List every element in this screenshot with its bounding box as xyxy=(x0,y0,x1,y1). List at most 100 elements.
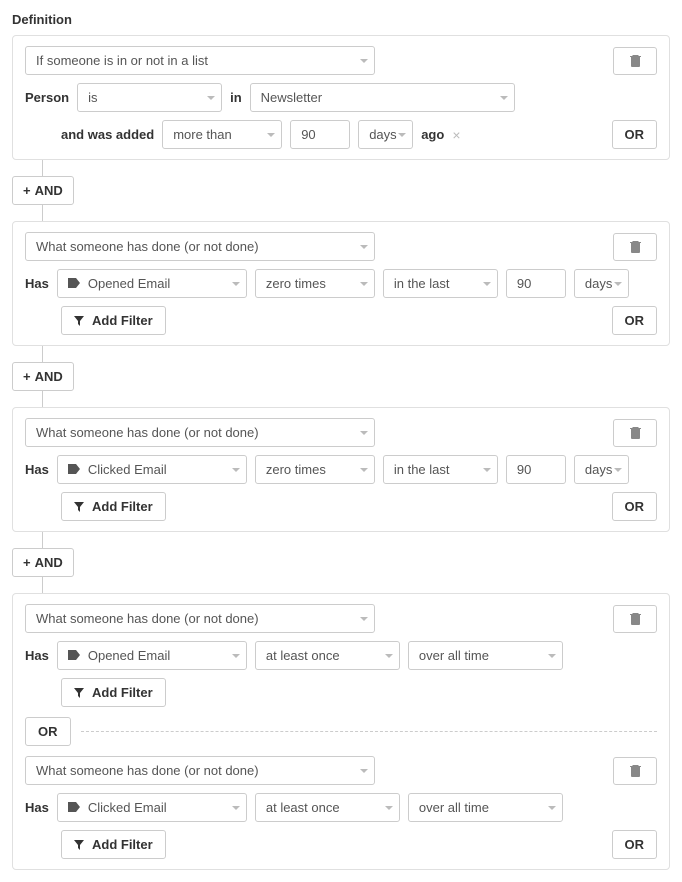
freq-dropdown[interactable]: zero times xyxy=(255,455,375,484)
condition-type-dropdown[interactable]: What someone has done (or not done) xyxy=(25,418,375,447)
person-op-dropdown[interactable]: is xyxy=(77,83,222,112)
ago-label: ago xyxy=(421,127,444,142)
chevron-down-icon xyxy=(360,245,368,249)
freq-dropdown[interactable]: at least once xyxy=(255,793,400,822)
dropdown-label: days xyxy=(585,276,612,291)
chevron-down-icon xyxy=(614,282,622,286)
chevron-down-icon xyxy=(207,96,215,100)
unit-dropdown[interactable]: days xyxy=(574,269,629,298)
chevron-down-icon xyxy=(360,282,368,286)
added-value-input[interactable] xyxy=(290,120,350,149)
condition-type-dropdown[interactable]: What someone has done (or not done) xyxy=(25,604,375,633)
value-input[interactable] xyxy=(506,455,566,484)
tag-icon xyxy=(68,276,80,291)
dropdown-label: What someone has done (or not done) xyxy=(36,425,259,440)
tag-icon xyxy=(68,800,80,815)
tag-icon xyxy=(68,648,80,663)
chevron-down-icon xyxy=(548,806,556,810)
range-dropdown[interactable]: over all time xyxy=(408,793,563,822)
plus-icon: + xyxy=(23,555,31,570)
dropdown-label: What someone has done (or not done) xyxy=(36,611,259,626)
tag-icon xyxy=(68,462,80,477)
chevron-down-icon xyxy=(360,431,368,435)
unit-dropdown[interactable]: days xyxy=(574,455,629,484)
delete-button[interactable] xyxy=(613,605,657,633)
freq-dropdown[interactable]: zero times xyxy=(255,269,375,298)
condition-type-dropdown[interactable]: What someone has done (or not done) xyxy=(25,756,375,785)
metric-dropdown[interactable]: Opened Email xyxy=(57,641,247,670)
chevron-down-icon xyxy=(398,133,406,137)
dropdown-label: in the last xyxy=(394,276,450,291)
dropdown-label: zero times xyxy=(266,276,326,291)
condition-group: What someone has done (or not done) Has … xyxy=(12,593,670,870)
connector-line xyxy=(42,532,43,548)
filter-icon xyxy=(74,316,84,326)
chevron-down-icon xyxy=(500,96,508,100)
value-input[interactable] xyxy=(506,269,566,298)
has-label: Has xyxy=(25,462,49,477)
chevron-down-icon xyxy=(232,654,240,658)
trash-icon xyxy=(630,426,641,439)
add-filter-button[interactable]: Add Filter xyxy=(61,678,166,707)
chevron-down-icon xyxy=(360,617,368,621)
add-filter-label: Add Filter xyxy=(92,313,153,328)
chevron-down-icon xyxy=(232,282,240,286)
filter-icon xyxy=(74,688,84,698)
trash-icon xyxy=(630,612,641,625)
and-button[interactable]: + AND xyxy=(12,362,74,391)
range-dropdown[interactable]: in the last xyxy=(383,269,498,298)
add-filter-button[interactable]: Add Filter xyxy=(61,306,166,335)
or-button[interactable]: OR xyxy=(612,306,658,335)
connector-line xyxy=(42,577,43,593)
chevron-down-icon xyxy=(360,59,368,63)
unit-dropdown[interactable]: days xyxy=(358,120,413,149)
condition-type-dropdown[interactable]: If someone is in or not in a list xyxy=(25,46,375,75)
added-label: and was added xyxy=(61,127,154,142)
dropdown-label: What someone has done (or not done) xyxy=(36,239,259,254)
has-label: Has xyxy=(25,276,49,291)
trash-icon xyxy=(630,240,641,253)
metric-dropdown[interactable]: Clicked Email xyxy=(57,455,247,484)
chevron-down-icon xyxy=(360,468,368,472)
delete-button[interactable] xyxy=(613,47,657,75)
delete-button[interactable] xyxy=(613,757,657,785)
has-label: Has xyxy=(25,648,49,663)
dropdown-label: Opened Email xyxy=(88,276,170,291)
or-button[interactable]: OR xyxy=(612,830,658,859)
or-button[interactable]: OR xyxy=(612,492,658,521)
add-filter-button[interactable]: Add Filter xyxy=(61,492,166,521)
chevron-down-icon xyxy=(232,468,240,472)
connector-line xyxy=(42,160,43,176)
list-dropdown[interactable]: Newsletter xyxy=(250,83,515,112)
delete-button[interactable] xyxy=(613,233,657,261)
delete-button[interactable] xyxy=(613,419,657,447)
and-button[interactable]: + AND xyxy=(12,176,74,205)
range-dropdown[interactable]: in the last xyxy=(383,455,498,484)
metric-dropdown[interactable]: Clicked Email xyxy=(57,793,247,822)
chevron-down-icon xyxy=(548,654,556,658)
dropdown-label: zero times xyxy=(266,462,326,477)
condition-type-dropdown[interactable]: What someone has done (or not done) xyxy=(25,232,375,261)
metric-dropdown[interactable]: Opened Email xyxy=(57,269,247,298)
connector-line xyxy=(42,346,43,362)
dropdown-label: Clicked Email xyxy=(88,462,167,477)
has-label: Has xyxy=(25,800,49,815)
or-button[interactable]: OR xyxy=(612,120,658,149)
chevron-down-icon xyxy=(232,806,240,810)
and-label: AND xyxy=(35,369,63,384)
filter-icon xyxy=(74,502,84,512)
dropdown-label: in the last xyxy=(394,462,450,477)
dropdown-label: What someone has done (or not done) xyxy=(36,763,259,778)
freq-dropdown[interactable]: at least once xyxy=(255,641,400,670)
range-dropdown[interactable]: over all time xyxy=(408,641,563,670)
dropdown-label: Clicked Email xyxy=(88,800,167,815)
remove-clause-button[interactable]: × xyxy=(452,127,460,143)
person-label: Person xyxy=(25,90,69,105)
divider-line xyxy=(81,731,658,732)
added-op-dropdown[interactable]: more than xyxy=(162,120,282,149)
and-button[interactable]: + AND xyxy=(12,548,74,577)
add-filter-button[interactable]: Add Filter xyxy=(61,830,166,859)
plus-icon: + xyxy=(23,183,31,198)
dropdown-label: Newsletter xyxy=(261,90,322,105)
in-label: in xyxy=(230,90,242,105)
